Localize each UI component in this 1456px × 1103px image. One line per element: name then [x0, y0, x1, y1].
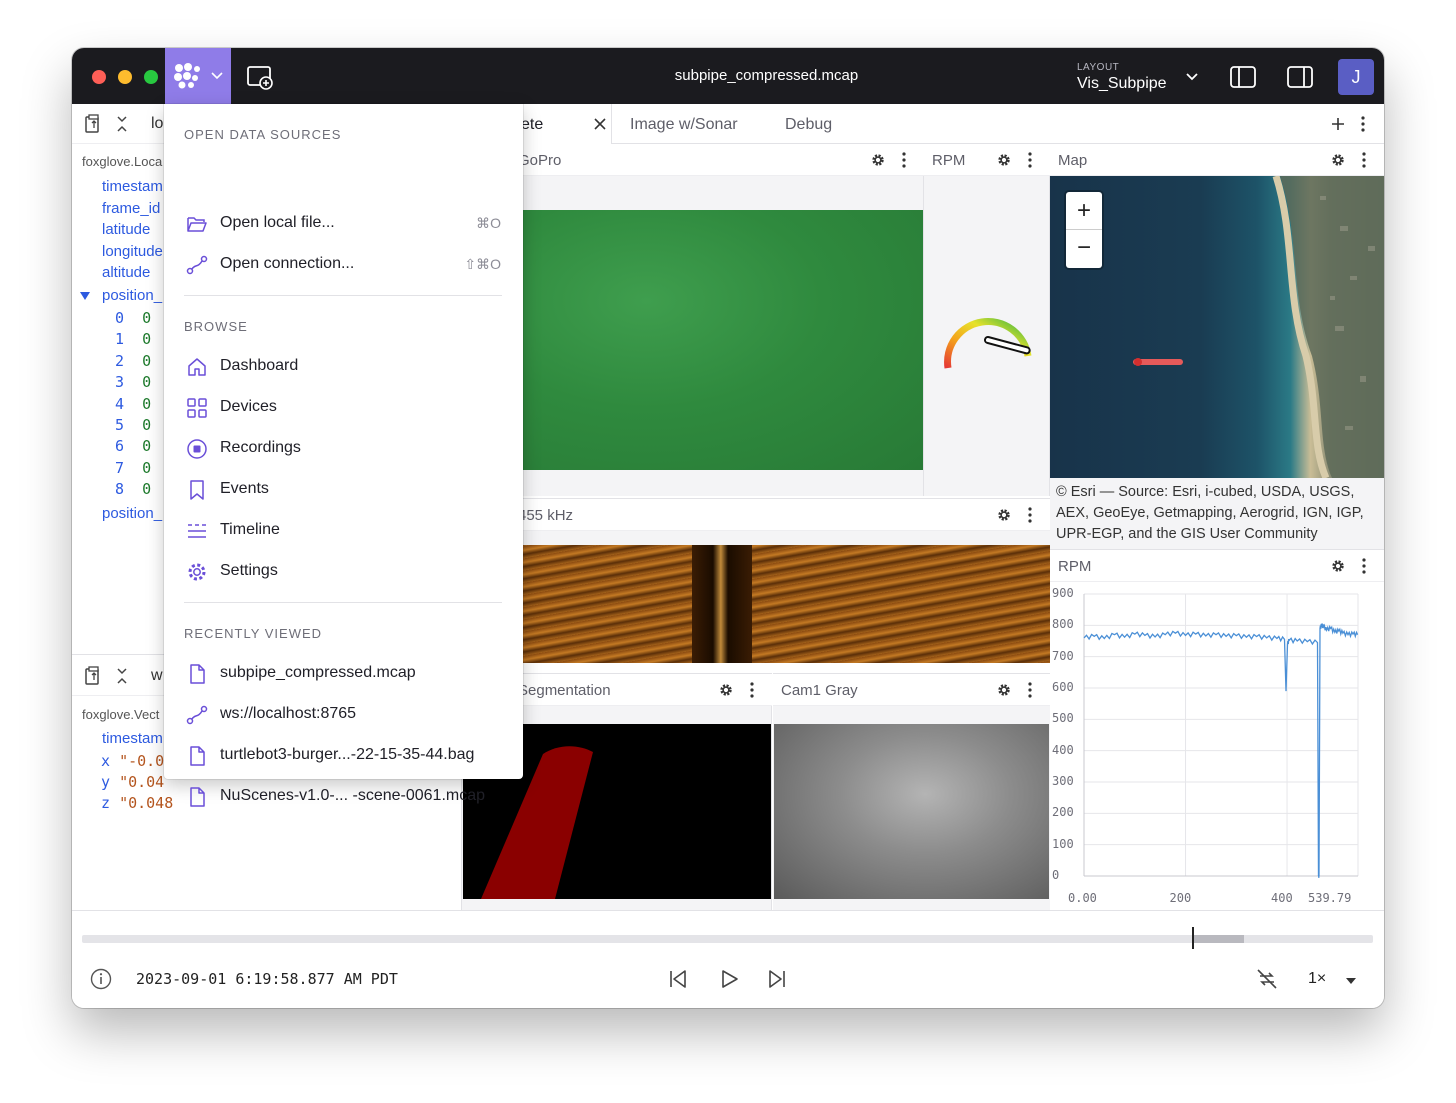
connection-icon [186, 705, 208, 725]
section-header: OPEN DATA SOURCES [184, 127, 342, 142]
y-tick-label: 0 [1052, 868, 1060, 882]
menu-item-events[interactable]: Events [164, 470, 523, 508]
menu-item-label: subpipe_compressed.mcap [220, 664, 416, 681]
y-tick-label: 500 [1052, 711, 1074, 726]
bookmark-icon [190, 480, 204, 500]
y-tick-label: 900 [1052, 586, 1074, 600]
menu-item-open-local-file[interactable]: Open local file... ⌘O [164, 204, 523, 242]
y-tick-label: 300 [1052, 774, 1074, 788]
menu-item-recent-connection[interactable]: ws://localhost:8765 [164, 695, 523, 733]
shortcut-label: ⌘O [476, 215, 501, 231]
y-tick-label: 800 [1052, 617, 1074, 632]
section-header: BROWSE [184, 319, 248, 334]
app-menu-dropdown: OPEN DATA SOURCES Open local file... ⌘O … [164, 104, 523, 807]
info-icon[interactable] [90, 968, 112, 990]
loop-off-icon[interactable] [1255, 967, 1279, 991]
section-header: RECENTLY VIEWED [184, 626, 323, 641]
record-icon [187, 439, 207, 459]
app-window: subpipe_compressed.mcap LAYOUT Vis_Subpi… [72, 48, 1384, 1008]
menu-item-recent-file[interactable]: NuScenes-v1.0-... -scene-0061.mcap [164, 777, 523, 815]
menu-item-label: turtlebot3-burger...-22-15-35-44.bag [220, 746, 475, 763]
menu-item-label: Open local file... [220, 214, 335, 231]
menu-item-label: Open connection... [220, 255, 355, 272]
y-tick-label: 200 [1052, 805, 1074, 820]
scrubber-track[interactable] [82, 927, 1373, 949]
menu-item-label: Recordings [220, 439, 301, 456]
y-tick-label: 700 [1052, 648, 1074, 663]
y-tick-label: 100 [1052, 836, 1074, 851]
file-icon [190, 746, 205, 766]
x-tick-label: 200 [1169, 891, 1192, 905]
menu-item-label: ws://localhost:8765 [220, 705, 357, 722]
grid-icon [187, 398, 207, 418]
playback-speed[interactable]: 1× [1308, 970, 1326, 988]
gear-icon [188, 563, 206, 581]
menu-divider [184, 295, 502, 296]
menu-item-open-connection[interactable]: Open connection... ⇧⌘O [164, 245, 523, 283]
y-tick-label: 400 [1052, 742, 1074, 757]
shortcut-label: ⇧⌘O [464, 256, 501, 272]
menu-item-label: Devices [220, 398, 277, 415]
x-tick-label: 539.79 [1308, 891, 1352, 905]
buffered-range [1192, 935, 1244, 943]
menu-item-dashboard[interactable]: Dashboard [164, 347, 523, 385]
folder-open-icon [187, 217, 207, 232]
x-tick-label: 400 [1271, 891, 1293, 905]
current-timestamp: 2023-09-01 6:19:58.877 AM PDT [136, 970, 398, 988]
play-icon[interactable] [719, 968, 741, 990]
menu-item-label: NuScenes-v1.0-... -scene-0061.mcap [220, 787, 486, 804]
playback-bar: 2023-09-01 6:19:58.877 AM PDT 1× [72, 910, 1384, 1008]
y-tick-label: 600 [1052, 680, 1074, 694]
menu-item-recent-file[interactable]: turtlebot3-burger...-22-15-35-44.bag [164, 736, 523, 774]
menu-item-recordings[interactable]: Recordings [164, 429, 523, 467]
caret-down-icon[interactable] [1345, 977, 1357, 985]
file-icon [190, 787, 205, 807]
menu-item-settings[interactable]: Settings [164, 552, 523, 590]
menu-item-devices[interactable]: Devices [164, 388, 523, 426]
connection-icon [186, 255, 208, 275]
playhead[interactable] [1192, 927, 1195, 949]
menu-item-label: Settings [220, 562, 278, 579]
menu-item-timeline[interactable]: Timeline [164, 511, 523, 549]
home-icon [188, 358, 206, 376]
timeline-icon [188, 524, 206, 538]
menu-divider [184, 602, 502, 603]
x-tick-label: 0.00 [1068, 891, 1097, 905]
menu-item-label: Dashboard [220, 357, 299, 374]
seek-forward-icon[interactable] [766, 968, 788, 990]
menu-item-recent-file[interactable]: subpipe_compressed.mcap [164, 654, 523, 692]
menu-item-label: Timeline [220, 521, 280, 538]
file-icon [190, 664, 205, 684]
seek-backward-icon[interactable] [667, 968, 689, 990]
menu-item-label: Events [220, 480, 269, 497]
